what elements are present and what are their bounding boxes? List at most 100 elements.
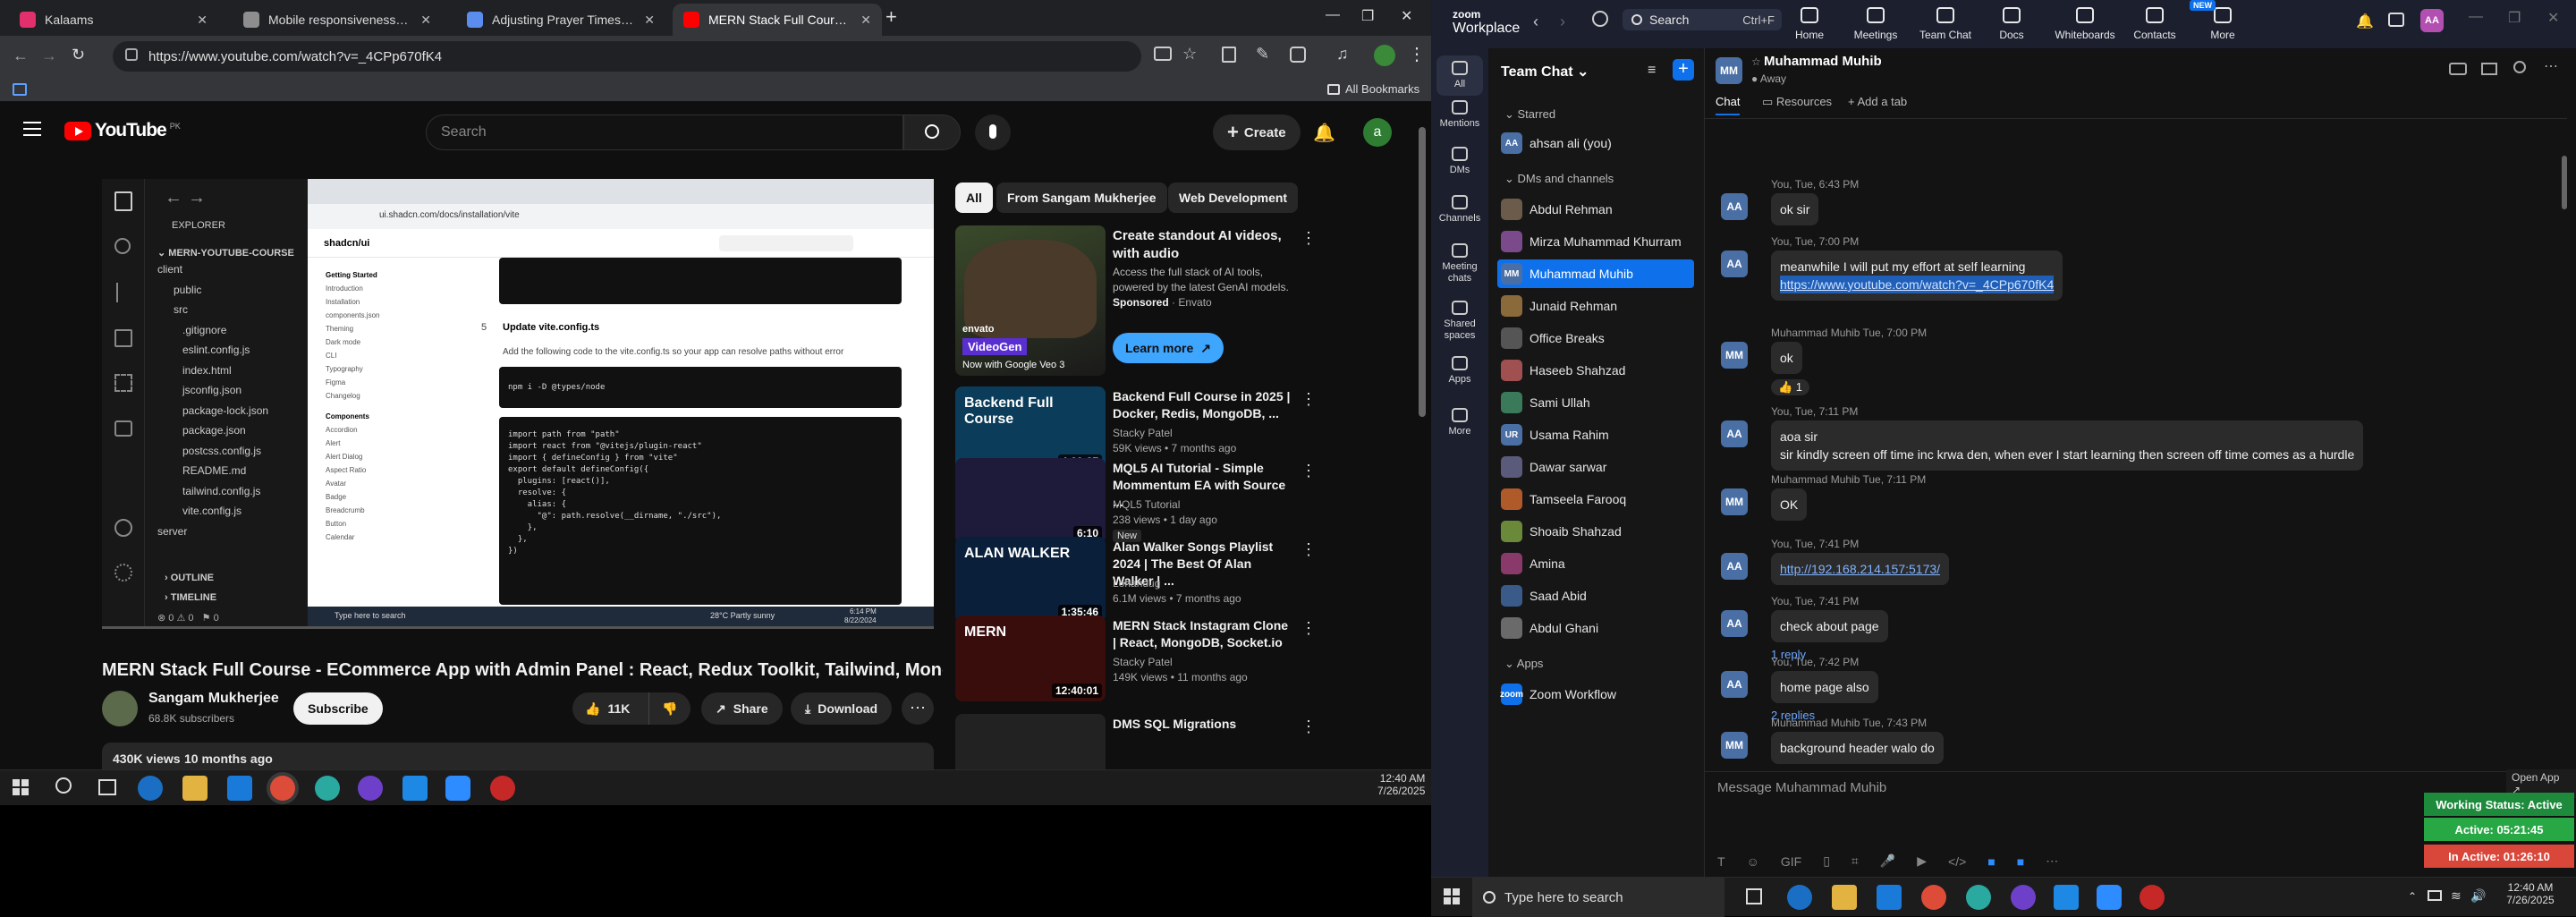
media-icon[interactable]: ♫ — [1336, 45, 1349, 64]
message-input[interactable]: Message Muhammad Muhib — [1717, 780, 1886, 795]
chat-list-item[interactable]: Tamseela Farooq — [1497, 485, 1694, 514]
network-icon[interactable]: ≋ — [2451, 888, 2462, 904]
edge-icon[interactable] — [1787, 885, 1812, 910]
like-button[interactable]: 👍 11K — [572, 692, 649, 725]
left-clock[interactable]: 12:40 AM 7/26/2025 — [1377, 772, 1425, 797]
tab-3[interactable]: Adjusting Prayer Times Contai ✕ — [456, 4, 665, 36]
tab-close-icon[interactable]: ✕ — [420, 13, 431, 28]
zoom-search[interactable]: Search Ctrl+F — [1623, 9, 1782, 30]
zoom-forward-icon[interactable]: › — [1560, 13, 1565, 31]
video-menu-icon[interactable]: ⋮ — [1301, 540, 1317, 559]
recommended-channel[interactable]: Stacky Patel — [1113, 426, 1173, 441]
taskbar-search-box[interactable]: Type here to search — [1472, 878, 1724, 917]
create-button[interactable]: + Create — [1213, 115, 1301, 150]
tab-1[interactable]: Kalaams ✕ — [9, 4, 218, 36]
zoom-nav-meetings[interactable]: Meetings — [1844, 7, 1907, 41]
sponsored-ad[interactable]: envato VideoGen Now with Google Veo 3 Cr… — [955, 225, 1402, 376]
zoom-minimize-icon[interactable]: — — [2469, 9, 2483, 25]
chat-avatar[interactable]: MM — [1716, 57, 1742, 84]
page-scrollbar[interactable] — [1419, 127, 1426, 417]
bookmark-star-icon[interactable]: ☆ — [1182, 45, 1197, 64]
video-thumbnail[interactable]: MERN 12:40:01 — [955, 616, 1106, 701]
extension-icon[interactable] — [1222, 47, 1236, 63]
new-chat-button[interactable]: + — [1673, 59, 1694, 81]
zoom-maximize-icon[interactable]: ❐ — [2508, 9, 2521, 27]
apps-grid-icon[interactable] — [13, 83, 27, 96]
file-explorer-icon[interactable] — [1832, 885, 1857, 910]
zoom-meeting-icon[interactable]: ■ — [2017, 854, 2024, 869]
more-tools-icon[interactable]: ⋯ — [2046, 853, 2058, 869]
rail-channels[interactable]: Channels — [1431, 195, 1488, 225]
recommended-title[interactable]: DMS SQL Migrations — [1113, 716, 1292, 733]
zoom-notification-bell-icon[interactable]: 🔔 — [2356, 13, 2374, 30]
chat-list-item[interactable]: zoom Zoom Workflow — [1497, 680, 1694, 709]
video-call-icon[interactable] — [2449, 63, 2467, 75]
chat-list-item[interactable]: Sami Ullah — [1497, 388, 1694, 417]
zoom-nav-contacts[interactable]: Contacts — [2123, 7, 2186, 41]
chat-list-item[interactable]: Saad Abid — [1497, 582, 1694, 610]
chip-all[interactable]: All — [955, 183, 993, 213]
zoom-calendar-icon[interactable] — [2388, 13, 2404, 27]
chat-scrollbar[interactable] — [2562, 156, 2567, 209]
account-avatar[interactable]: a — [1363, 118, 1392, 147]
paint-icon[interactable] — [2140, 885, 2165, 910]
chat-list-item[interactable]: Amina — [1497, 549, 1694, 578]
vscode-icon[interactable] — [2054, 885, 2079, 910]
notifications-bell-icon[interactable]: 🔔 — [1313, 122, 1335, 144]
recommended-title[interactable]: MERN Stack Instagram Clone | React, Mong… — [1113, 617, 1292, 651]
attach-file-icon[interactable]: ▯ — [1823, 853, 1830, 869]
ad-title[interactable]: Create standout AI videos, with audio — [1113, 227, 1292, 263]
tray-chevron-icon[interactable]: ⌃ — [2408, 890, 2417, 903]
video-player[interactable]: ← → EXPLORER ⌄ MERN-YOUTUBE-COURSE clien… — [102, 179, 934, 648]
youtube-logo[interactable]: YouTube PK — [64, 120, 181, 141]
chat-list-item[interactable]: Mirza Muhammad Khurram — [1497, 227, 1694, 256]
vscode-icon[interactable] — [402, 776, 428, 801]
app-icon[interactable] — [315, 776, 340, 801]
video-menu-icon[interactable]: ⋮ — [1301, 462, 1317, 480]
audio-message-icon[interactable]: 🎤 — [1880, 853, 1895, 869]
taskbar-search-icon[interactable] — [55, 777, 72, 794]
tab-chat[interactable]: Chat — [1716, 95, 1741, 115]
video-menu-icon[interactable]: ⋮ — [1301, 619, 1317, 638]
chat-contact-name[interactable]: Muhammad Muhib — [1764, 54, 1882, 69]
windows-start-icon[interactable] — [1444, 888, 1460, 904]
screenshot-icon[interactable]: ⌗ — [1852, 853, 1859, 869]
chat-list-item[interactable]: Junaid Rehman — [1497, 292, 1694, 320]
emoji-icon[interactable]: ☺ — [1747, 854, 1759, 869]
message-link[interactable]: https://www.youtube.com/watch?v=_4CPp670… — [1780, 276, 2055, 293]
site-info-icon[interactable] — [125, 48, 138, 61]
chat-list-item[interactable]: UR Usama Rahim — [1497, 420, 1694, 449]
forward-icon[interactable]: → — [41, 47, 57, 65]
tab-resources[interactable]: ▭ Resources — [1762, 95, 1832, 109]
maximize-icon[interactable]: ❐ — [1361, 7, 1374, 25]
right-clock[interactable]: 12:40 AM 7/26/2025 — [2501, 881, 2560, 906]
recommended-channel[interactable]: Stacky Patel — [1113, 655, 1173, 670]
hamburger-menu-icon[interactable] — [23, 122, 41, 136]
all-bookmarks-button[interactable]: All Bookmarks — [1327, 82, 1419, 96]
star-icon[interactable]: ☆ — [1751, 55, 1761, 68]
video-menu-icon[interactable]: ⋮ — [1301, 390, 1317, 409]
chip-web-development[interactable]: Web Development — [1168, 183, 1299, 213]
chat-list-item[interactable]: Abdul Ghani — [1497, 614, 1694, 642]
tab-close-icon[interactable]: ✕ — [644, 13, 655, 28]
subscribe-button[interactable]: Subscribe — [293, 692, 383, 725]
channel-name[interactable]: Sangam Mukherjee — [148, 691, 279, 707]
back-icon[interactable]: ← — [13, 47, 29, 65]
close-window-icon[interactable]: ✕ — [1401, 7, 1412, 25]
download-button[interactable]: ⤓ Download — [791, 692, 893, 725]
chrome-taskbar-icon[interactable] — [270, 776, 295, 801]
zoom-profile-avatar[interactable]: AA — [2420, 9, 2444, 32]
screen-share-icon[interactable] — [2481, 63, 2497, 75]
rail-mentions[interactable]: Mentions — [1431, 100, 1488, 130]
video-thumbnail[interactable]: 6:10 — [955, 458, 1106, 544]
ad-thumbnail[interactable]: envato VideoGen Now with Google Veo 3 — [955, 225, 1106, 376]
chrome-taskbar-icon[interactable] — [1921, 885, 1946, 910]
paint-icon[interactable] — [490, 776, 515, 801]
chat-list-item[interactable]: Shoaib Shahzad — [1497, 517, 1694, 546]
recommended-channel[interactable]: MQL5 Tutorial — [1113, 497, 1180, 513]
rail-all[interactable]: All — [1436, 55, 1483, 96]
windows-start-icon[interactable] — [13, 779, 29, 795]
filter-icon[interactable]: ≡ — [1648, 63, 1656, 79]
rail-meeting-chats[interactable]: Meeting chats — [1431, 243, 1488, 284]
zoom-taskbar-icon[interactable] — [445, 776, 470, 801]
